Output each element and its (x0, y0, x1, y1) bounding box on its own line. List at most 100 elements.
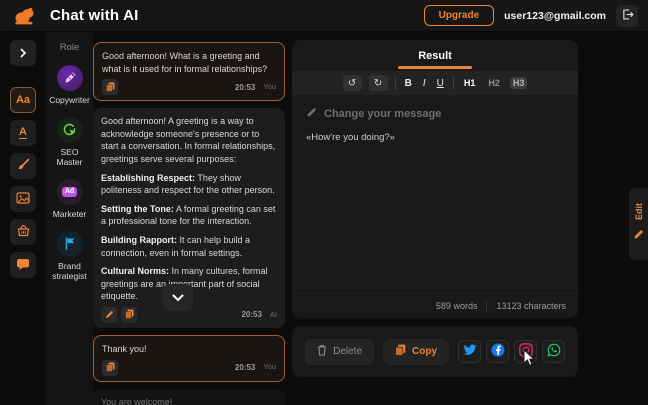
tool-rail: Aa A (0, 32, 46, 405)
chat-tool-icon (16, 258, 30, 273)
facebook-icon (491, 343, 505, 360)
tool-font-button[interactable]: A (10, 120, 36, 146)
chevron-right-icon (19, 46, 27, 61)
tab-active-indicator (398, 66, 472, 69)
h2-button[interactable]: H2 (485, 77, 503, 89)
frog-logo (14, 6, 38, 26)
edit-pencil-icon (105, 307, 114, 322)
chat-message-user: Good afternoon! What is a greeting and w… (93, 42, 285, 101)
header-right: Upgrade user123@gmail.com (424, 5, 638, 27)
message-point: Setting the Tone: A formal greeting can … (101, 203, 277, 228)
h1-button[interactable]: H1 (461, 77, 479, 89)
message-sender: You (263, 362, 276, 373)
edit-pencil-icon (306, 107, 317, 121)
edit-pencil-icon (633, 227, 644, 245)
h3-button[interactable]: H3 (510, 77, 528, 89)
edit-message-button[interactable] (101, 307, 117, 323)
chat-column: Good afternoon! What is a greeting and w… (93, 32, 285, 405)
copy-result-button[interactable]: Copy (383, 339, 449, 365)
ad-badge-icon: Ad (57, 179, 83, 205)
tool-image-button[interactable] (10, 186, 36, 212)
result-tab-label: Result (418, 50, 452, 66)
delete-button[interactable]: Delete (305, 339, 374, 365)
whatsapp-icon (547, 343, 561, 360)
chat-message-ai: You are welcome! 20:53 AI (93, 389, 285, 405)
role-sidebar: Role Copywriter SEO Master (46, 32, 93, 405)
logout-button[interactable] (616, 5, 638, 27)
tool-basket-button[interactable] (10, 219, 36, 245)
pen-icon (57, 65, 83, 91)
user-email: user123@gmail.com (504, 10, 606, 22)
basket-tool-icon (17, 224, 30, 240)
instagram-icon (519, 343, 533, 360)
underline-button[interactable]: U (435, 77, 446, 90)
copy-message-button[interactable] (121, 307, 137, 323)
message-point: Establishing Respect: They show politene… (101, 172, 277, 197)
share-facebook-button[interactable] (486, 340, 509, 363)
message-text: You are welcome! (101, 396, 277, 405)
share-buttons (458, 340, 565, 363)
italic-button[interactable]: I (421, 77, 428, 90)
role-copywriter[interactable]: Copywriter (47, 65, 93, 106)
edit-tab[interactable]: Edit (629, 188, 648, 260)
flag-icon (57, 231, 83, 257)
copy-icon (106, 360, 115, 375)
page-title: Chat with AI (50, 7, 139, 24)
twitter-icon (463, 344, 477, 359)
result-actions: Delete Copy (292, 326, 578, 377)
font-tool-icon: A (19, 127, 27, 139)
result-body: Change your message «How're you doing?» (292, 95, 578, 155)
message-time: 20:53 (235, 82, 255, 93)
upgrade-button[interactable]: Upgrade (424, 5, 495, 26)
chat-message-user: Thank you! 20:53 You (93, 335, 285, 382)
format-toolbar: ↺ ↻ B I U H1 H2 H3 (292, 71, 578, 95)
delete-label: Delete (333, 346, 362, 357)
message-sender: You (263, 82, 276, 93)
share-instagram-button[interactable] (514, 340, 537, 363)
copy-icon (395, 344, 406, 359)
share-whatsapp-button[interactable] (542, 340, 565, 363)
copy-icon (125, 307, 134, 322)
result-text[interactable]: «How're you doing?» (306, 132, 564, 143)
role-brand-strategist[interactable]: Brand strategist (47, 231, 93, 282)
message-text: Thank you! (102, 343, 276, 356)
chevron-down-icon (172, 290, 184, 305)
brush-tool-icon (17, 158, 30, 174)
toolbar-divider (453, 76, 454, 90)
copy-message-button[interactable] (102, 360, 118, 376)
header: Chat with AI Upgrade user123@gmail.com (0, 0, 648, 32)
tool-text-button[interactable]: Aa (10, 87, 36, 113)
undo-icon: ↺ (348, 78, 356, 89)
role-marketer[interactable]: Ad Marketer (47, 179, 93, 220)
trash-icon (317, 344, 327, 359)
copy-message-button[interactable] (102, 79, 118, 95)
result-tab[interactable]: Result (292, 40, 578, 66)
role-label: SEO Master (47, 147, 93, 168)
edit-tab-label: Edit (634, 203, 644, 220)
ad-badge: Ad (62, 187, 77, 197)
copy-icon (106, 80, 115, 95)
role-seo-master[interactable]: SEO Master (47, 117, 93, 168)
change-message-button[interactable]: Change your message (306, 107, 564, 121)
scroll-to-bottom-button[interactable] (163, 284, 193, 311)
role-header: Role (60, 42, 80, 53)
seo-target-icon (57, 117, 83, 143)
role-label: Marketer (47, 209, 93, 220)
bold-button[interactable]: B (403, 77, 414, 90)
counts-divider (486, 301, 487, 312)
tool-brush-button[interactable] (10, 153, 36, 179)
message-time: 20:53 (235, 362, 255, 373)
logout-icon (621, 8, 634, 24)
result-panel: Result ↺ ↻ B I U H1 H2 H3 Change your me… (292, 40, 578, 318)
word-count: 589 words (436, 301, 478, 311)
redo-button[interactable]: ↻ (369, 75, 388, 91)
tool-chat-button[interactable] (10, 252, 36, 278)
expand-sidebar-button[interactable] (10, 40, 36, 66)
share-twitter-button[interactable] (458, 340, 481, 363)
change-message-label: Change your message (324, 108, 441, 120)
char-count: 13123 characters (496, 301, 566, 311)
toolbar-divider (395, 76, 396, 90)
undo-button[interactable]: ↺ (343, 75, 362, 91)
message-sender: AI (270, 310, 277, 321)
message-text: Good afternoon! A greeting is a way to a… (101, 115, 277, 165)
